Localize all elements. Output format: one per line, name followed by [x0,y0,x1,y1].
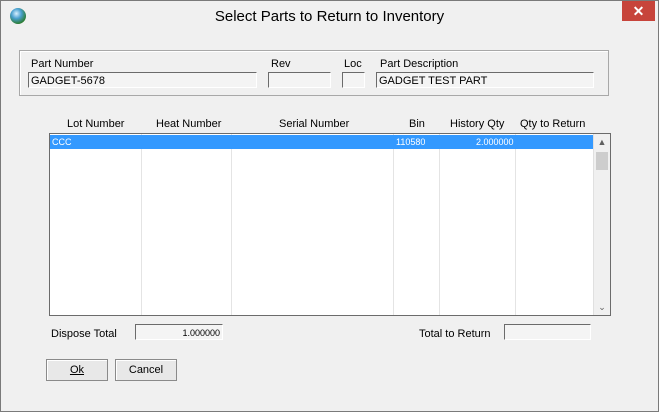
col-divider [231,134,232,315]
cancel-button-label: Cancel [128,364,164,376]
col-header-serial[interactable]: Serial Number [279,118,349,130]
dialog-client: Part Number GADGET-5678 Rev Loc Part Des… [9,32,650,403]
dialog-window: Select Parts to Return to Inventory ✕ Pa… [0,0,659,412]
rev-label: Rev [271,58,291,70]
grid-vertical-scrollbar[interactable]: ▲ ⌄ [593,134,610,315]
col-header-bin[interactable]: Bin [409,118,425,130]
part-description-label: Part Description [380,58,459,70]
col-header-history-qty[interactable]: History Qty [450,118,504,130]
title-bar[interactable]: Select Parts to Return to Inventory ✕ [1,1,658,33]
part-number-field[interactable]: GADGET-5678 [28,72,257,88]
close-button[interactable]: ✕ [622,1,655,21]
cell-history-qty: 2.000000 [476,137,514,147]
table-row[interactable]: CCC 110580 2.000000 [50,135,594,149]
col-divider [141,134,142,315]
total-to-return-field [504,324,591,340]
cancel-button[interactable]: Cancel [115,359,177,381]
part-description-field[interactable]: GADGET TEST PART [376,72,594,88]
scroll-thumb[interactable] [596,152,608,170]
col-header-qty-to-return[interactable]: Qty to Return [520,118,585,130]
dispose-total-field: 1.000000 [135,324,223,340]
col-divider [439,134,440,315]
part-number-label: Part Number [31,58,94,70]
total-to-return-label: Total to Return [419,328,491,340]
col-header-heat[interactable]: Heat Number [156,118,221,130]
rev-field[interactable] [268,72,331,88]
ok-button[interactable]: Ok [46,359,108,381]
cell-lot: CCC [52,137,72,147]
window-title: Select Parts to Return to Inventory [214,8,445,25]
col-header-lot[interactable]: Lot Number [67,118,124,130]
col-divider [515,134,516,315]
loc-label: Loc [344,58,362,70]
parts-grid[interactable]: CCC 110580 2.000000 ▲ ⌄ [49,133,611,316]
ok-button-label: Ok [69,364,85,376]
dispose-total-label: Dispose Total [51,328,117,340]
scroll-up-arrow-icon[interactable]: ▲ [594,134,610,150]
loc-field[interactable] [342,72,365,88]
scroll-down-arrow-icon[interactable]: ⌄ [594,299,610,315]
cell-bin: 110580 [396,137,426,147]
col-divider [393,134,394,315]
